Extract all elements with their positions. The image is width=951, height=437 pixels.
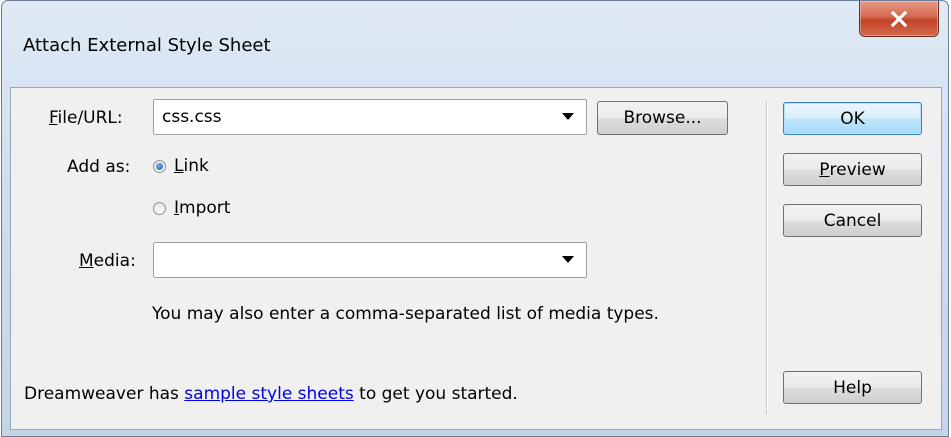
file-url-input[interactable] [154,100,530,134]
radio-import-label: Import [174,198,231,218]
add-as-label: Add as: [67,157,131,177]
cancel-button[interactable]: Cancel [783,204,922,237]
vertical-divider [766,101,768,414]
footer-text: Dreamweaver has sample style sheets to g… [24,384,518,404]
radio-link-label: Link [174,156,209,176]
close-icon [890,10,908,27]
close-button[interactable] [859,1,939,37]
media-input[interactable] [154,243,530,277]
radio-link-button[interactable] [153,159,166,173]
dialog-body: File/URL: Browse... Add as: Link Import … [10,87,942,430]
ok-button[interactable]: OK [783,102,922,135]
media-hint: You may also enter a comma-separated lis… [152,304,659,324]
preview-button[interactable]: Preview [783,153,922,186]
browse-button[interactable]: Browse... [597,101,728,135]
file-url-combobox[interactable] [153,99,587,135]
media-combobox[interactable] [153,242,587,278]
radio-link[interactable]: Link [153,156,209,176]
dialog-window: Attach External Style Sheet File/URL: Br… [1,0,949,437]
media-label: Media: [79,251,136,271]
window-title: Attach External Style Sheet [23,35,271,56]
help-button[interactable]: Help [783,371,922,404]
sample-style-sheets-link[interactable]: sample style sheets [184,384,353,404]
title-bar[interactable]: Attach External Style Sheet [2,1,948,89]
file-url-label: File/URL: [49,108,123,128]
chevron-down-icon[interactable] [562,113,574,120]
chevron-down-icon[interactable] [562,256,574,263]
radio-import[interactable]: Import [153,198,230,218]
radio-import-button[interactable] [153,201,166,215]
